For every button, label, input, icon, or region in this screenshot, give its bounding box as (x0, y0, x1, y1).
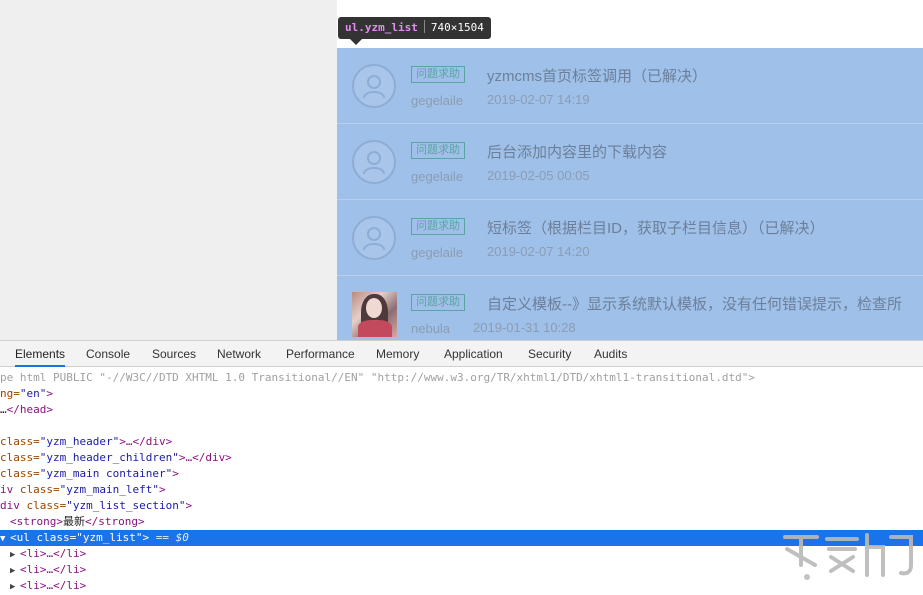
left-blank-area (0, 0, 337, 340)
tab-elements[interactable]: Elements (15, 341, 65, 367)
dom-line-html[interactable]: ng="en"> (0, 386, 923, 402)
tooltip-size: 740×1504 (431, 21, 484, 34)
dom-line-yzm-header[interactable]: class="yzm_header">…</div> (0, 434, 923, 450)
attr-name: class= (13, 483, 59, 496)
attr-name: class= (0, 451, 40, 464)
tag-close: </strong> (85, 515, 145, 528)
li-node: <li>…</li> (20, 547, 86, 560)
list-item[interactable]: 问题求助 短标签（根据栏目ID，获取子栏目信息）（已解决） gegelaile … (337, 200, 923, 276)
tab-memory[interactable]: Memory (376, 341, 419, 367)
element-inspect-tooltip: ul.yzm_list 740×1504 (338, 17, 491, 39)
dom-line-yzm-header-children[interactable]: class="yzm_header_children">…</div> (0, 450, 923, 466)
post-date: 2019-02-07 14:20 (487, 244, 590, 259)
category-badge[interactable]: 问题求助 (411, 66, 465, 83)
category-badge[interactable]: 问题求助 (411, 142, 465, 159)
post-title-link[interactable]: 自定义模板--》显示系统默认模板，没有任何错误提示，检查所 (487, 293, 902, 314)
default-avatar-icon[interactable] (352, 216, 396, 260)
post-title-link[interactable]: 后台添加内容里的下载内容 (487, 141, 667, 162)
tab-network[interactable]: Network (217, 341, 261, 367)
tooltip-arrow (350, 39, 362, 45)
tag-name: <ul (10, 531, 30, 544)
watermark-logo (779, 527, 919, 589)
tag-close: >…</div> (119, 435, 172, 448)
tooltip-selector: ul.yzm_list (345, 21, 418, 34)
yzm-list-highlight: 问题求助 yzmcms首页标签调用（已解决） gegelaile 2019-02… (337, 48, 923, 340)
list-item[interactable]: 问题求助 后台添加内容里的下载内容 gegelaile 2019-02-05 0… (337, 124, 923, 200)
attr-value: "yzm_main container" (40, 467, 172, 480)
attr-value: "yzm_header_children" (40, 451, 179, 464)
category-badge[interactable]: 问题求助 (411, 294, 465, 311)
devtools-panel: Elements Console Sources Network Perform… (0, 340, 923, 589)
user-photo-avatar[interactable] (352, 292, 397, 337)
dom-line-yzm-main-left[interactable]: iv class="yzm_main_left"> (0, 482, 923, 498)
photo-face (366, 298, 382, 318)
tag-close: > (185, 499, 192, 512)
attr-name: ng= (0, 387, 20, 400)
default-avatar-icon[interactable] (352, 140, 396, 184)
post-title-link[interactable]: yzmcms首页标签调用（已解决） (487, 65, 707, 86)
tab-audits[interactable]: Audits (594, 341, 627, 367)
attr-value: "yzm_header" (40, 435, 119, 448)
tag-open: <strong> (10, 515, 63, 528)
photo-body (358, 320, 392, 337)
post-author[interactable]: gegelaile (411, 169, 463, 184)
tab-application[interactable]: Application (444, 341, 503, 367)
attr-value: "yzm_list" (76, 531, 142, 544)
post-title-link[interactable]: 短标签（根据栏目ID，获取子栏目信息）（已解决） (487, 217, 825, 238)
expand-triangle-icon[interactable]: ▶ (10, 579, 20, 595)
post-date: 2019-02-07 14:19 (487, 92, 590, 107)
attr-value: "yzm_list_section" (66, 499, 185, 512)
attr-value: "yzm_main_left" (60, 483, 159, 496)
dom-line-yzm-list-section[interactable]: div class="yzm_list_section"> (0, 498, 923, 514)
attr-name: class= (30, 531, 76, 544)
tooltip-divider (424, 20, 425, 33)
expand-triangle-icon[interactable]: ▶ (10, 547, 20, 563)
expand-triangle-icon[interactable]: ▶ (10, 563, 20, 579)
devtools-tabbar: Elements Console Sources Network Perform… (0, 341, 923, 367)
page-viewport: ul.yzm_list 740×1504 问题求助 yzmcms首页标签调用（已解… (0, 0, 923, 340)
attr-name: class= (0, 435, 40, 448)
list-item[interactable]: 问题求助 自定义模板--》显示系统默认模板，没有任何错误提示，检查所 nebul… (337, 276, 923, 340)
attr-name: class= (20, 499, 66, 512)
tab-sources[interactable]: Sources (152, 341, 196, 367)
tag-close: > (159, 483, 166, 496)
post-author[interactable]: nebula (411, 321, 450, 336)
dom-line-yzm-main[interactable]: class="yzm_main container"> (0, 466, 923, 482)
li-node: <li>…</li> (20, 563, 86, 576)
tag-name: div (0, 499, 20, 512)
tab-performance[interactable]: Performance (286, 341, 355, 367)
doctype-text: pe html PUBLIC "-//W3C//DTD XHTML 1.0 Tr… (0, 371, 755, 384)
tag-close: > (46, 387, 53, 400)
collapse-triangle-icon[interactable]: ▼ (0, 531, 10, 547)
console-ref: == $0 (149, 531, 189, 544)
tag-close: > (172, 467, 179, 480)
ellipsis: … (0, 403, 7, 416)
tag-close: </head> (7, 403, 53, 416)
post-date: 2019-02-05 00:05 (487, 168, 590, 183)
li-node: <li>…</li> (20, 579, 86, 592)
category-badge[interactable]: 问题求助 (411, 218, 465, 235)
list-item[interactable]: 问题求助 yzmcms首页标签调用（已解决） gegelaile 2019-02… (337, 48, 923, 124)
post-author[interactable]: gegelaile (411, 245, 463, 260)
attr-name: class= (0, 467, 40, 480)
tag-close: >…</div> (179, 451, 232, 464)
default-avatar-icon[interactable] (352, 64, 396, 108)
tag-name: iv (0, 483, 13, 496)
post-author[interactable]: gegelaile (411, 93, 463, 108)
attr-value: "en" (20, 387, 47, 400)
tab-console[interactable]: Console (86, 341, 130, 367)
text-node: 最新 (63, 515, 85, 528)
tab-security[interactable]: Security (528, 341, 571, 367)
dom-line-doctype[interactable]: pe html PUBLIC "-//W3C//DTD XHTML 1.0 Tr… (0, 370, 923, 386)
post-date: 2019-01-31 10:28 (473, 320, 576, 335)
dom-line-head[interactable]: …</head> (0, 402, 923, 418)
